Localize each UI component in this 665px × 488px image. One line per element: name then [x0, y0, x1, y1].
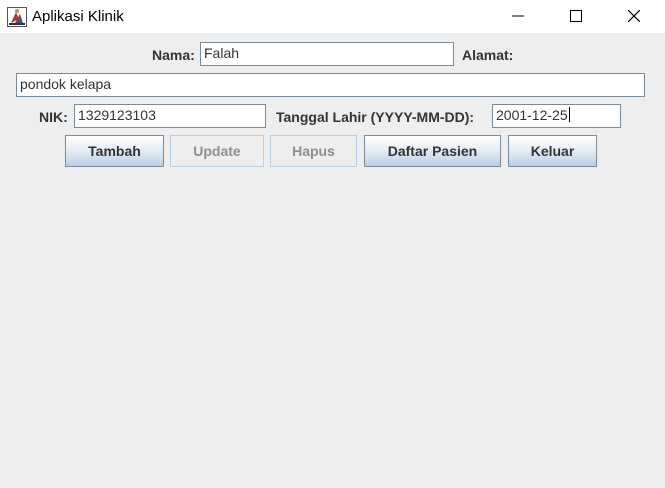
close-button[interactable]	[611, 0, 657, 33]
nik-input[interactable]: 1329123103	[74, 104, 266, 128]
text-caret	[568, 107, 570, 122]
minimize-button[interactable]	[495, 0, 541, 33]
tambah-button[interactable]: Tambah	[65, 135, 164, 167]
hapus-button[interactable]: Hapus	[270, 135, 357, 167]
tanggal-lahir-input[interactable]: 2001-12-25	[492, 104, 621, 128]
maximize-button[interactable]	[553, 0, 599, 33]
java-app-icon	[7, 7, 27, 27]
minimize-icon	[512, 15, 524, 17]
alamat-label: Alamat:	[462, 47, 514, 63]
title-bar[interactable]: Aplikasi Klinik	[0, 0, 665, 33]
tanggal-lahir-label: Tanggal Lahir (YYYY-MM-DD):	[276, 109, 475, 125]
maximize-icon	[570, 10, 582, 22]
alamat-input[interactable]: pondok kelapa	[16, 73, 645, 97]
window-title: Aplikasi Klinik	[32, 8, 124, 25]
update-button[interactable]: Update	[170, 135, 264, 167]
daftar-pasien-button[interactable]: Daftar Pasien	[364, 135, 501, 167]
close-icon	[628, 10, 640, 22]
nama-label: Nama:	[152, 47, 195, 63]
keluar-button[interactable]: Keluar	[508, 135, 597, 167]
tanggal-lahir-value: 2001-12-25	[496, 107, 568, 123]
nik-label: NIK:	[39, 109, 68, 125]
nama-input[interactable]: Falah	[200, 42, 454, 66]
